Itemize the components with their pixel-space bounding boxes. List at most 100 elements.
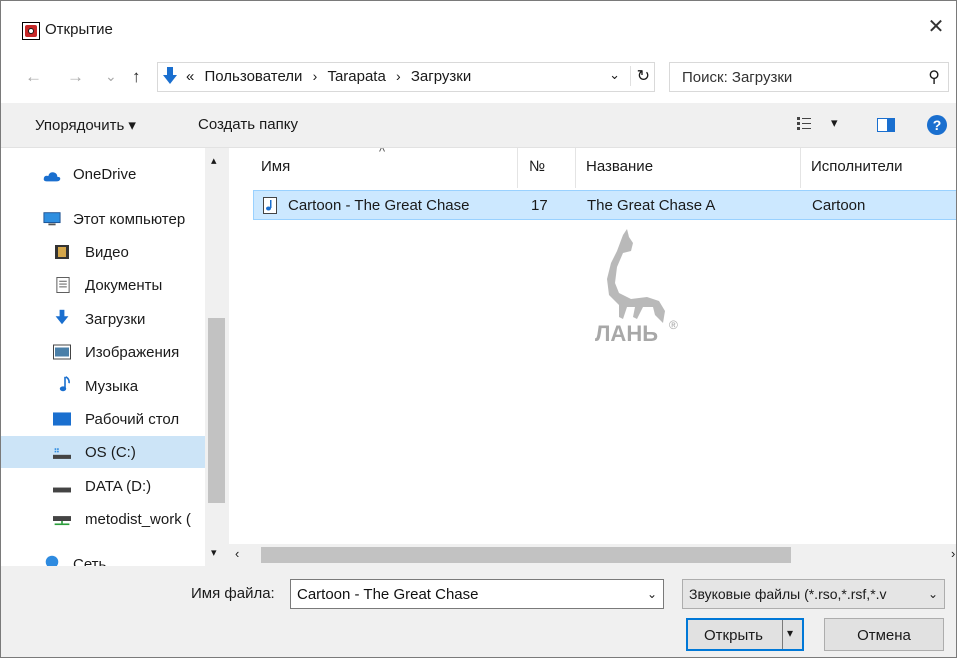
- sort-indicator-icon: ^: [379, 148, 386, 159]
- address-bar[interactable]: « Пользователи › Tarapata › Загрузки ⌄ ↻: [157, 62, 655, 92]
- horizontal-scrollbar[interactable]: ‹ ›: [229, 544, 956, 566]
- open-file-dialog: Открытие ✕ ← → ⌄ ↑ « Пользователи › Tara…: [0, 0, 957, 658]
- help-icon[interactable]: ?: [927, 115, 947, 135]
- watermark-text: ЛАНЬ: [595, 321, 658, 346]
- sidebar-item-label: Музыка: [85, 378, 139, 395]
- breadcrumb-item[interactable]: Загрузки: [411, 68, 471, 85]
- organize-button[interactable]: Упорядочить ▾: [35, 116, 136, 134]
- sidebar-item-label: metodist_work (: [85, 511, 191, 528]
- documents-icon: [56, 277, 70, 293]
- network-drive-icon: [53, 516, 71, 526]
- pictures-icon: [53, 344, 71, 360]
- scroll-right-icon[interactable]: ›: [951, 546, 955, 561]
- sidebar-item-label: Видео: [85, 244, 129, 261]
- breadcrumb: « Пользователи › Tarapata › Загрузки: [186, 68, 471, 85]
- breadcrumb-separator[interactable]: ›: [313, 68, 318, 84]
- sidebar-item-music[interactable]: Музыка: [1, 370, 205, 402]
- column-divider[interactable]: [517, 148, 518, 188]
- sidebar-item-drive-c[interactable]: OS (C:): [1, 436, 205, 468]
- sidebar-scrollbar[interactable]: ▴ ▾: [205, 148, 228, 566]
- desktop-icon: [53, 412, 71, 426]
- search-input[interactable]: [670, 63, 910, 91]
- video-icon: [55, 245, 69, 259]
- audio-file-icon: [263, 197, 277, 214]
- column-header-number[interactable]: №: [529, 158, 545, 175]
- open-button-divider: [782, 620, 783, 649]
- recent-locations-button[interactable]: ⌄: [105, 68, 117, 85]
- file-type-filter[interactable]: Звуковые файлы (*.rso,*.rsf,*.v ⌄: [682, 579, 945, 609]
- refresh-button[interactable]: ↻: [629, 66, 650, 86]
- address-dropdown-icon[interactable]: ⌄: [609, 67, 620, 83]
- scrollbar-thumb[interactable]: [261, 547, 791, 563]
- up-button[interactable]: ↑: [132, 67, 141, 87]
- file-type-filter-label: Звуковые файлы (*.rso,*.rsf,*.v: [689, 586, 887, 602]
- sidebar-item-label: Загрузки: [85, 311, 146, 328]
- close-button[interactable]: ✕: [916, 11, 956, 43]
- title-bar: Открытие ✕: [1, 1, 956, 51]
- music-icon: [59, 376, 70, 392]
- sidebar-item-label: Рабочий стол: [85, 411, 180, 428]
- new-folder-button[interactable]: Создать папку: [198, 116, 298, 133]
- open-split-dropdown-icon[interactable]: ▾: [787, 626, 793, 640]
- file-artists: Cartoon: [812, 197, 866, 214]
- sidebar-item-label: Изображения: [85, 344, 180, 361]
- column-divider[interactable]: [575, 148, 576, 188]
- sidebar-item-documents[interactable]: Документы: [1, 269, 205, 301]
- cloud-icon: [43, 172, 61, 182]
- column-header-title[interactable]: Название: [586, 158, 653, 175]
- sidebar-item-label: Сеть: [73, 556, 107, 566]
- downloads-icon: [163, 67, 177, 84]
- breadcrumb-item[interactable]: Tarapata: [327, 68, 385, 85]
- file-track-number: 17: [531, 197, 548, 214]
- view-dropdown-icon[interactable]: ▾: [831, 115, 838, 131]
- sidebar-item-pictures[interactable]: Изображения: [1, 336, 205, 368]
- view-options-icon[interactable]: [797, 117, 815, 131]
- command-bar: Упорядочить ▾ Создать папку ▾ ?: [1, 103, 956, 148]
- column-header-name[interactable]: Имя: [261, 158, 290, 175]
- search-box: ⚲: [669, 62, 949, 92]
- sidebar-item-video[interactable]: Видео: [1, 236, 205, 268]
- file-type-dropdown-icon[interactable]: ⌄: [928, 587, 938, 601]
- navigation-bar: ← → ⌄ ↑ « Пользователи › Tarapata › Загр…: [1, 51, 956, 103]
- network-icon: [45, 555, 59, 566]
- drive-d-icon: [53, 487, 71, 493]
- sidebar-item-network[interactable]: Сеть: [1, 548, 205, 566]
- sidebar-item-label: Документы: [85, 277, 163, 294]
- breadcrumb-item[interactable]: Пользователи: [205, 68, 303, 85]
- filename-dropdown-icon[interactable]: ⌄: [647, 587, 657, 601]
- cancel-button[interactable]: Отмена: [824, 618, 944, 651]
- filename-input[interactable]: [291, 580, 631, 608]
- sidebar-item-onedrive[interactable]: OneDrive: [1, 158, 205, 190]
- table-row[interactable]: Cartoon - The Great Chase 17 The Great C…: [253, 190, 956, 220]
- column-divider[interactable]: [800, 148, 801, 188]
- column-header-artists[interactable]: Исполнители: [811, 158, 903, 175]
- filename-combobox: ⌄: [290, 579, 664, 609]
- sidebar-item-this-pc[interactable]: Этот компьютер: [1, 203, 205, 235]
- sidebar-item-desktop[interactable]: Рабочий стол: [1, 403, 205, 435]
- sidebar-item-downloads[interactable]: Загрузки: [1, 303, 205, 335]
- scroll-down-icon[interactable]: ▾: [211, 546, 217, 559]
- navigation-pane: OneDrive Этот компьютер Видео Документы: [1, 148, 228, 566]
- sidebar-item-drive-d[interactable]: DATA (D:): [1, 470, 205, 502]
- sidebar-item-label: DATA (D:): [85, 478, 152, 495]
- forward-button[interactable]: →: [67, 67, 84, 87]
- scroll-left-icon[interactable]: ‹: [235, 546, 239, 561]
- file-name: Cartoon - The Great Chase: [288, 197, 470, 214]
- breadcrumb-overflow[interactable]: «: [186, 68, 194, 85]
- downloads-icon: [55, 309, 69, 325]
- footer: Имя файла: ⌄ Звуковые файлы (*.rso,*.rsf…: [1, 566, 956, 657]
- drive-c-icon: [53, 448, 71, 459]
- computer-icon: [43, 212, 61, 226]
- open-button-label: Открыть: [704, 627, 763, 644]
- scrollbar-thumb[interactable]: [208, 318, 225, 503]
- search-icon[interactable]: ⚲: [928, 67, 940, 87]
- sidebar-item-metodist-work[interactable]: metodist_work (: [1, 503, 205, 535]
- file-title: The Great Chase A: [587, 197, 716, 214]
- scroll-up-icon[interactable]: ▴: [211, 154, 217, 167]
- back-button[interactable]: ←: [25, 67, 42, 87]
- sidebar-item-label: OS (C:): [85, 444, 136, 461]
- open-button[interactable]: Открыть ▾: [686, 618, 804, 651]
- breadcrumb-separator[interactable]: ›: [396, 68, 401, 84]
- preview-pane-icon[interactable]: [877, 118, 895, 132]
- watermark-registered-mark: ®: [669, 318, 678, 332]
